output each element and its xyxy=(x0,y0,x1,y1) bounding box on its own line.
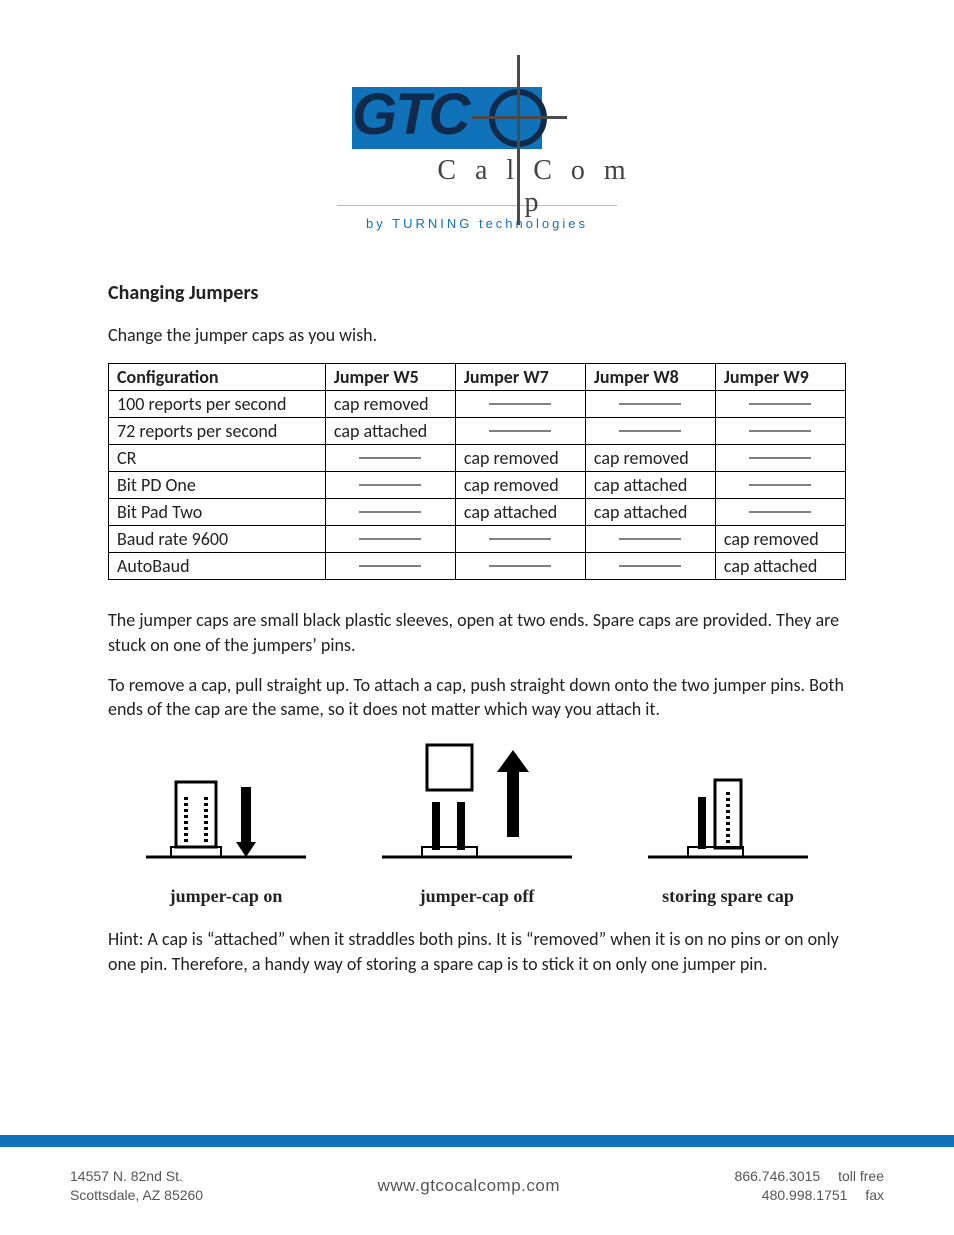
footer-address-line2: Scottsdale, AZ 85260 xyxy=(70,1186,203,1205)
table-cell: cap attached xyxy=(715,553,845,580)
table-cell xyxy=(585,526,715,553)
diagram-cap-on-label: jumper-cap on xyxy=(141,886,311,907)
footer-phones: 866.746.3015 toll free 480.998.1751 fax xyxy=(735,1167,884,1205)
footer-phone-tollfree: 866.746.3015 xyxy=(735,1168,821,1184)
table-row: AutoBaud cap attached xyxy=(109,553,846,580)
table-cell: cap removed xyxy=(715,526,845,553)
table-cell: cap attached xyxy=(585,499,715,526)
diagram-cap-off: jumper-cap off xyxy=(377,742,577,907)
table-cell xyxy=(325,499,455,526)
table-cell: Bit Pad Two xyxy=(109,499,326,526)
table-cell: cap attached xyxy=(585,472,715,499)
footer-address: 14557 N. 82nd St. Scottsdale, AZ 85260 xyxy=(70,1167,203,1205)
col-header-w7: Jumper W7 xyxy=(455,364,585,391)
table-cell xyxy=(715,445,845,472)
table-cell: cap removed xyxy=(455,472,585,499)
table-cell: 100 reports per second xyxy=(109,391,326,418)
table-cell xyxy=(715,391,845,418)
diagram-cap-on: jumper-cap on xyxy=(141,762,311,907)
table-row: Baud rate 9600 cap removed xyxy=(109,526,846,553)
table-cell: CR xyxy=(109,445,326,472)
body-paragraph-1: The jumper caps are small black plastic … xyxy=(108,608,846,657)
diagram-spare-label: storing spare cap xyxy=(643,886,813,907)
footer-label-tollfree: toll free xyxy=(838,1168,884,1184)
table-cell xyxy=(455,391,585,418)
footer-address-line1: 14557 N. 82nd St. xyxy=(70,1167,203,1186)
jumper-cap-diagram: jumper-cap on jumper-cap off xyxy=(108,737,846,907)
table-cell xyxy=(585,553,715,580)
table-cell xyxy=(325,445,455,472)
cap-on-icon xyxy=(141,762,311,872)
intro-paragraph: Change the jumper caps as you wish. xyxy=(108,323,846,347)
diagram-cap-off-label: jumper-cap off xyxy=(377,886,577,907)
table-cell: cap removed xyxy=(455,445,585,472)
table-cell xyxy=(455,418,585,445)
page-footer: 14557 N. 82nd St. Scottsdale, AZ 85260 w… xyxy=(0,1167,954,1205)
table-cell: cap removed xyxy=(325,391,455,418)
spare-cap-icon xyxy=(643,762,813,872)
col-header-config: Configuration xyxy=(109,364,326,391)
hint-paragraph: Hint: A cap is “attached” when it stradd… xyxy=(108,927,846,976)
table-cell xyxy=(455,526,585,553)
table-row: Bit PD One cap removedcap attached xyxy=(109,472,846,499)
footer-phone-fax: 480.998.1751 xyxy=(762,1187,848,1203)
table-row: 100 reports per secondcap removed xyxy=(109,391,846,418)
table-cell xyxy=(455,553,585,580)
table-row: 72 reports per secondcap attached xyxy=(109,418,846,445)
footer-divider xyxy=(0,1135,954,1147)
diagram-spare-cap: storing spare cap xyxy=(643,762,813,907)
table-cell: Baud rate 9600 xyxy=(109,526,326,553)
table-header-row: Configuration Jumper W5 Jumper W7 Jumper… xyxy=(109,364,846,391)
table-cell xyxy=(325,553,455,580)
footer-label-fax: fax xyxy=(865,1187,884,1203)
table-cell: 72 reports per second xyxy=(109,418,326,445)
logo-calcomp-text: C a l C o m p xyxy=(432,155,637,219)
table-cell xyxy=(715,418,845,445)
logo-brand-text: GTC xyxy=(352,81,468,148)
table-row: Bit Pad Two cap attachedcap attached xyxy=(109,499,846,526)
table-cell xyxy=(325,472,455,499)
table-cell xyxy=(585,418,715,445)
table-cell: cap removed xyxy=(585,445,715,472)
table-row: CR cap removedcap removed xyxy=(109,445,846,472)
footer-website: www.gtcocalcomp.com xyxy=(378,1176,560,1196)
col-header-w5: Jumper W5 xyxy=(325,364,455,391)
col-header-w9: Jumper W9 xyxy=(715,364,845,391)
table-cell xyxy=(715,499,845,526)
table-cell xyxy=(715,472,845,499)
company-logo: GTC C a l C o m p by TURNING technologie… xyxy=(317,55,637,231)
col-header-w8: Jumper W8 xyxy=(585,364,715,391)
table-cell: Bit PD One xyxy=(109,472,326,499)
table-cell xyxy=(325,526,455,553)
section-heading: Changing Jumpers xyxy=(108,281,846,305)
table-cell: AutoBaud xyxy=(109,553,326,580)
jumper-config-table: Configuration Jumper W5 Jumper W7 Jumper… xyxy=(108,363,846,580)
table-cell: cap attached xyxy=(455,499,585,526)
body-paragraph-2: To remove a cap, pull straight up. To at… xyxy=(108,673,846,722)
table-cell xyxy=(585,391,715,418)
table-cell: cap attached xyxy=(325,418,455,445)
cap-off-icon xyxy=(377,742,577,872)
